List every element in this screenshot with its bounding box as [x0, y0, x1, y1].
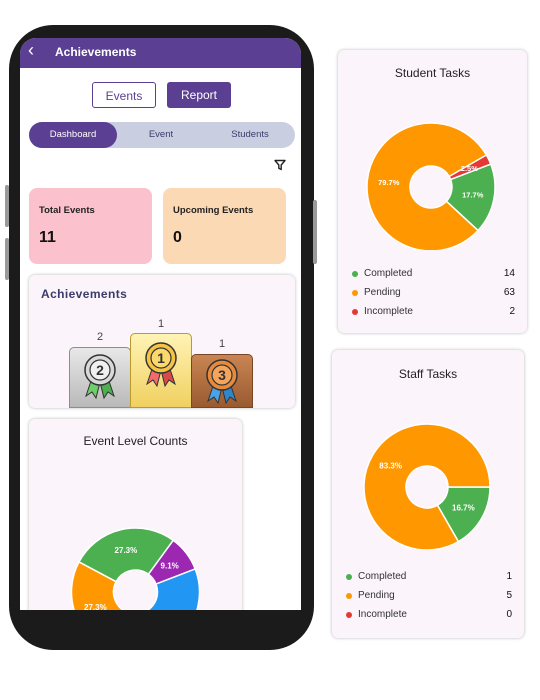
total-events-label: Total Events [39, 205, 95, 216]
legend-label: Pending [358, 590, 395, 601]
podium-count: 1 [218, 338, 226, 350]
bronze-medal-rank: 3 [218, 367, 226, 383]
legend-item-pending: Pending 63 [352, 287, 517, 301]
silver-medal-icon: 2 [84, 354, 116, 400]
phone-volume-button [5, 185, 9, 227]
pending-dot-icon [346, 593, 352, 599]
gold-medal-rank: 1 [157, 350, 165, 366]
tab-dashboard[interactable]: Dashboard [29, 122, 117, 148]
legend-count: 0 [506, 609, 512, 620]
legend-count: 63 [503, 287, 515, 298]
event-level-counts-panel: Event Level Counts 27.3%9.1%36.4%27.3% [29, 419, 242, 610]
upcoming-events-value: 0 [173, 229, 182, 246]
tab-bar: Dashboard Event Students [29, 122, 295, 148]
total-events-card[interactable]: Total Events 11 [29, 188, 152, 264]
completed-dot-icon [352, 271, 358, 277]
staff-tasks-chart: 16.7% 83.3% [363, 423, 491, 550]
legend-count: 2 [509, 306, 515, 317]
back-arrow-icon[interactable]: ‹ [28, 40, 34, 61]
incomplete-dot-icon [346, 612, 352, 618]
phone-volume-button [5, 238, 9, 280]
incomplete-dot-icon [352, 309, 358, 315]
page-title: Achievements [55, 45, 137, 59]
pie-slice-label: 83.3% [379, 462, 402, 471]
podium-count: 2 [96, 331, 104, 343]
legend-item-completed: Completed 1 [346, 571, 514, 585]
pie-slice-label: 2.5% [461, 164, 478, 173]
upcoming-events-card[interactable]: Upcoming Events 0 [163, 188, 286, 264]
pie-slice-label: 16.7% [452, 504, 475, 513]
student-tasks-chart: 17.7% 79.7% 2.5% [366, 122, 496, 250]
silver-podium: 2 [69, 347, 131, 408]
legend-label: Incomplete [364, 306, 413, 317]
pie-slice-label: 17.7% [462, 191, 484, 200]
pending-dot-icon [352, 290, 358, 296]
filter-icon[interactable] [274, 159, 286, 171]
report-button[interactable]: Report [167, 82, 231, 108]
app-bar: ‹ Achievements [20, 38, 301, 68]
legend-label: Completed [364, 268, 413, 279]
pie-slice-label: 9.1% [161, 562, 179, 571]
student-tasks-panel: Student Tasks 17.7% 79.7% 2.5% Completed 1… [338, 50, 527, 333]
silver-medal-rank: 2 [96, 362, 104, 378]
legend-label: Incomplete [358, 609, 407, 620]
completed-dot-icon [346, 574, 352, 580]
legend-item-pending: Pending 5 [346, 590, 514, 604]
phone-screen: ‹ Achievements Events Report Dashboard E… [20, 38, 301, 610]
podium-count: 1 [157, 318, 165, 330]
legend-item-incomplete: Incomplete 2 [352, 306, 517, 320]
gold-medal-icon: 1 [145, 342, 177, 388]
legend-label: Completed [358, 571, 407, 582]
gold-podium: 1 [130, 333, 192, 408]
tab-students[interactable]: Students [205, 122, 295, 148]
phone-power-button [313, 200, 317, 264]
event-level-counts-chart: 27.3%9.1%36.4%27.3% [70, 527, 201, 610]
upcoming-events-label: Upcoming Events [173, 205, 254, 216]
bronze-podium: 3 [191, 354, 253, 408]
staff-tasks-panel: Staff Tasks 16.7% 83.3% Completed 1 Pendi… [332, 350, 524, 638]
legend-count: 5 [506, 590, 512, 601]
tab-event[interactable]: Event [117, 122, 205, 148]
events-button[interactable]: Events [92, 82, 156, 108]
total-events-value: 11 [39, 229, 56, 246]
legend-label: Pending [364, 287, 401, 298]
legend-count: 14 [503, 268, 515, 279]
pie-slice-label: 27.3% [84, 603, 107, 610]
pie-slice-label: 79.7% [378, 178, 400, 187]
achievements-panel: Achievements 2 2 1 1 1 3 [29, 275, 295, 408]
legend-count: 1 [506, 571, 512, 582]
legend-item-incomplete: Incomplete 0 [346, 609, 514, 623]
legend-item-completed: Completed 14 [352, 268, 517, 282]
pie-slice-label: 27.3% [115, 546, 138, 555]
bronze-medal-icon: 3 [206, 359, 238, 405]
achievements-title: Achievements [41, 287, 128, 301]
